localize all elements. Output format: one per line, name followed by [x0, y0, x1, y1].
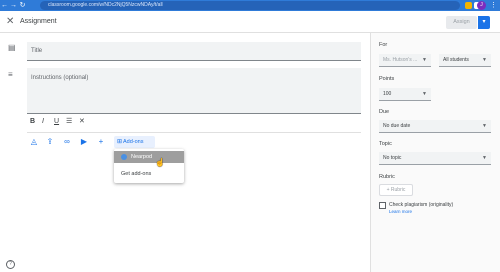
- dropdown-arrow-icon: ▼: [482, 57, 487, 63]
- browser-menu-icon[interactable]: ⋮: [490, 0, 497, 11]
- due-select[interactable]: No due date ▼: [379, 120, 491, 133]
- profile-avatar[interactable]: J: [477, 1, 486, 10]
- toolbar-divider: [27, 132, 361, 133]
- add-rubric-button[interactable]: + Rubric: [379, 184, 413, 196]
- add-ons-button[interactable]: ⊞ Add-ons: [114, 136, 155, 148]
- topic-label: Topic: [379, 141, 392, 147]
- plagiarism-checkbox[interactable]: [379, 202, 386, 209]
- due-label: Due: [379, 109, 390, 115]
- menu-item-nearpod[interactable]: Nearpod: [114, 151, 184, 163]
- instructions-field[interactable]: Instructions (optional): [27, 68, 361, 114]
- due-value: No due date: [383, 123, 411, 129]
- dropdown-arrow-icon: ▼: [422, 57, 427, 63]
- extension-icon[interactable]: [465, 2, 472, 9]
- assign-button[interactable]: Assign: [446, 16, 477, 29]
- grid-icon: ⊞: [117, 139, 123, 145]
- create-icon[interactable]: +: [96, 137, 106, 147]
- points-label: Points: [379, 76, 395, 82]
- assignment-icon: ▤: [8, 43, 16, 52]
- students-select[interactable]: All students ▼: [439, 54, 491, 67]
- add-ons-label: Add-ons: [123, 139, 144, 145]
- back-icon[interactable]: ←: [0, 0, 9, 11]
- class-select[interactable]: Ms. Hutson's ... ▼: [379, 54, 431, 67]
- notes-icon: ≡: [8, 70, 13, 79]
- clear-formatting-icon[interactable]: ✕: [79, 118, 85, 126]
- dropdown-arrow-icon: ▼: [422, 91, 427, 97]
- add-ons-menu: Nearpod Get add-ons: [114, 149, 184, 183]
- for-label: For: [379, 42, 388, 48]
- link-icon[interactable]: ∞: [62, 137, 72, 147]
- browser-toolbar: ← → ↻ classroom.google.com/w/NDc2NjQ5Nzc…: [0, 0, 500, 11]
- topic-value: No topic: [383, 155, 402, 161]
- youtube-icon[interactable]: ▶: [79, 137, 89, 147]
- dropdown-arrow-icon: ▼: [482, 155, 487, 161]
- close-icon[interactable]: ✕: [6, 15, 14, 29]
- rubric-label: Rubric: [379, 174, 395, 180]
- page-title: Assignment: [20, 18, 57, 25]
- address-bar[interactable]: classroom.google.com/w/NDc2NjQ5NzcwNDAy/…: [40, 1, 460, 10]
- plagiarism-label: Check plagiarism (originality): [389, 202, 454, 208]
- menu-item-label: Get add-ons: [121, 171, 152, 177]
- google-drive-icon[interactable]: ◬: [29, 137, 39, 147]
- points-value: 100: [383, 91, 392, 97]
- class-value: Ms. Hutson's ...: [383, 57, 418, 63]
- title-placeholder: Title: [31, 48, 43, 54]
- help-icon[interactable]: ?: [6, 260, 15, 269]
- instructions-placeholder: Instructions (optional): [31, 75, 89, 81]
- app-header: ✕ Assignment Assign ▾: [0, 11, 500, 33]
- assign-options-button[interactable]: ▾: [478, 16, 490, 29]
- forward-icon[interactable]: →: [9, 0, 18, 11]
- learn-more-link[interactable]: Learn more: [389, 209, 412, 214]
- reload-icon[interactable]: ↻: [18, 0, 27, 11]
- dropdown-arrow-icon: ▼: [482, 123, 487, 129]
- upload-icon[interactable]: ⇪: [45, 137, 55, 147]
- title-field[interactable]: Title: [27, 42, 361, 61]
- hand-cursor-icon: ☝: [155, 158, 165, 167]
- italic-button[interactable]: I: [42, 118, 44, 126]
- bold-button[interactable]: B: [30, 118, 35, 126]
- menu-item-get-add-ons[interactable]: Get add-ons: [114, 168, 184, 180]
- topic-select[interactable]: No topic ▼: [379, 152, 491, 165]
- menu-item-label: Nearpod: [131, 154, 153, 160]
- points-select[interactable]: 100 ▼: [379, 88, 431, 101]
- students-value: All students: [443, 57, 469, 63]
- bulleted-list-icon[interactable]: ☰: [66, 118, 72, 126]
- underline-button[interactable]: U: [54, 118, 59, 126]
- nearpod-icon: [121, 154, 127, 160]
